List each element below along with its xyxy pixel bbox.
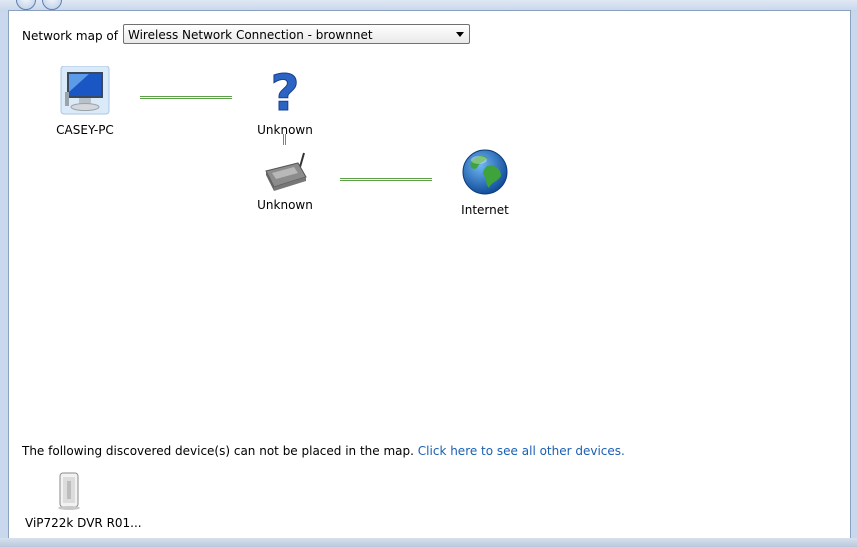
computer-icon (60, 65, 110, 115)
link-router-to-internet (340, 178, 432, 181)
chevron-down-icon (456, 32, 464, 37)
node-casey-pc-label: CASEY-PC (56, 123, 114, 137)
forward-button[interactable] (42, 0, 62, 10)
router-icon (265, 152, 307, 191)
connection-dropdown-value: Wireless Network Connection - brownnet (128, 28, 373, 42)
node-router[interactable]: Unknown (235, 151, 335, 212)
node-internet[interactable]: Internet (435, 148, 535, 217)
node-internet-label: Internet (461, 203, 509, 217)
question-mark-icon: ? (270, 64, 300, 123)
see-all-devices-link[interactable]: Click here to see all other devices. (418, 444, 625, 458)
connection-dropdown[interactable]: Wireless Network Connection - brownnet (123, 24, 470, 44)
node-casey-pc[interactable]: CASEY-PC (35, 65, 135, 137)
back-button[interactable] (16, 0, 36, 10)
node-unknown[interactable]: ? Unknown (235, 64, 335, 138)
link-pc-to-unknown (140, 96, 232, 99)
discovered-devices-text: The following discovered device(s) can n… (22, 444, 414, 458)
device-dvr[interactable] (54, 471, 84, 514)
discovered-devices-message: The following discovered device(s) can n… (22, 444, 625, 458)
node-router-label: Unknown (257, 198, 313, 212)
media-device-icon (58, 472, 80, 510)
svg-text:?: ? (270, 66, 299, 116)
network-map-panel: Network map of Wireless Network Connecti… (8, 10, 851, 540)
taskbar-strip (0, 538, 857, 547)
link-unknown-to-router (283, 134, 286, 145)
device-dvr-label: ViP722k DVR R01... (25, 516, 142, 530)
network-map-label: Network map of (22, 29, 118, 43)
globe-icon (462, 149, 508, 195)
